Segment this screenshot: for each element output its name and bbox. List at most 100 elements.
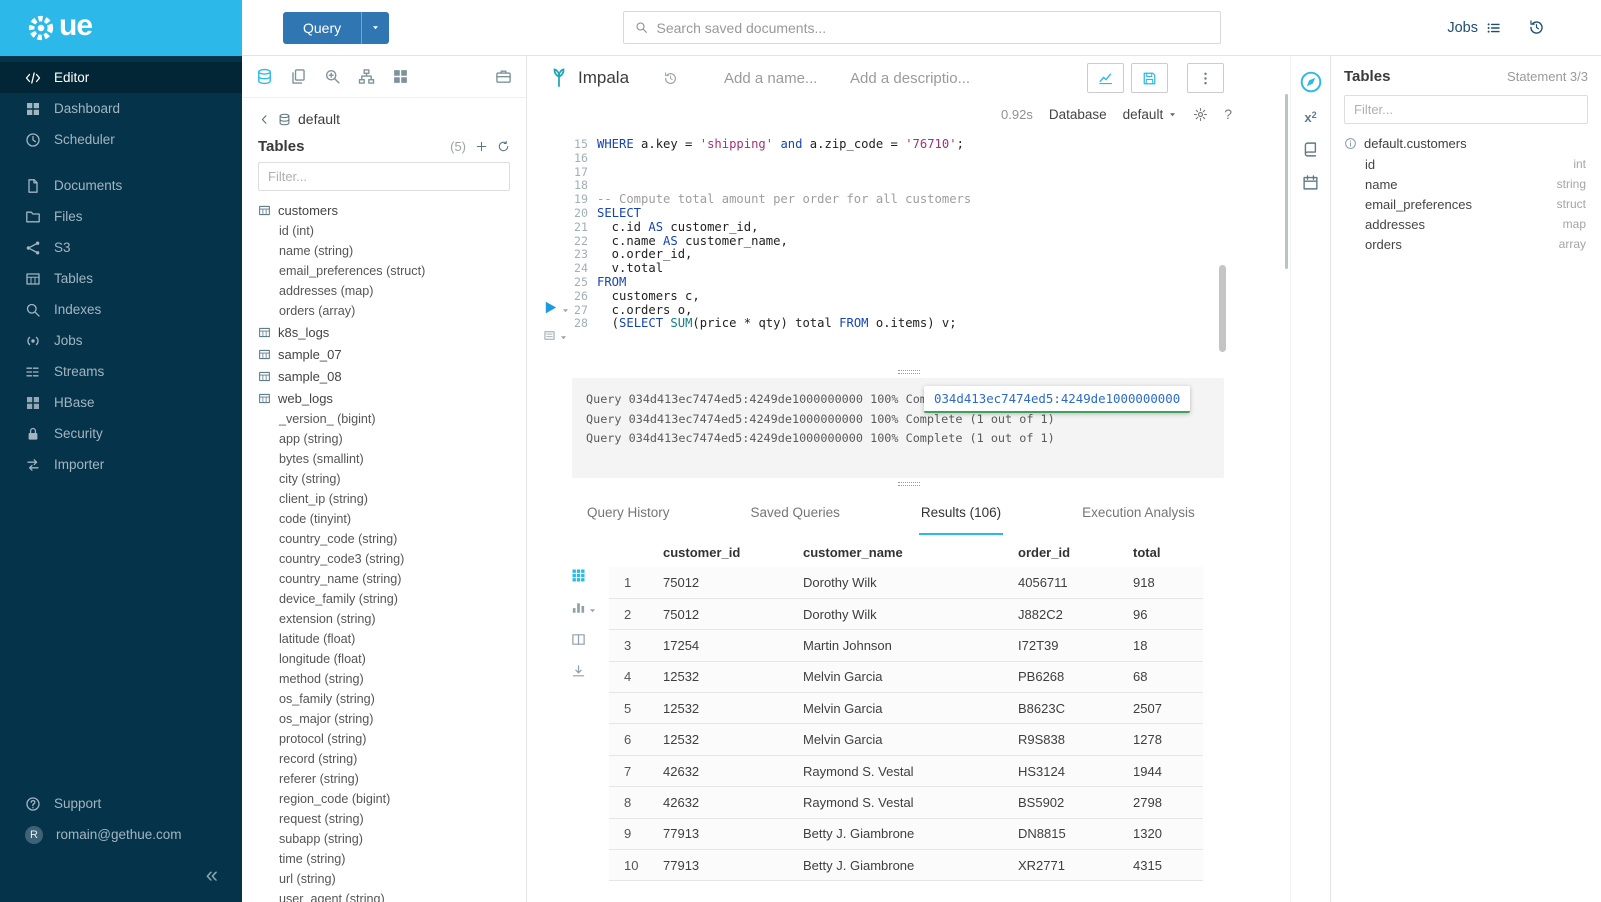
query-name-input[interactable] bbox=[724, 70, 836, 87]
sidebar-item-jobs[interactable]: Jobs bbox=[0, 325, 242, 356]
assist-column[interactable]: code (tinyint) bbox=[258, 509, 526, 529]
assist-table-sample_08[interactable]: sample_08 bbox=[258, 365, 526, 387]
query-description-input[interactable] bbox=[850, 70, 974, 87]
schedule-icon[interactable] bbox=[1302, 174, 1319, 191]
tab-saved-queries[interactable]: Saved Queries bbox=[749, 492, 842, 535]
assist-column[interactable]: time (string) bbox=[258, 849, 526, 869]
pane-scrollbar[interactable] bbox=[1285, 94, 1288, 269]
assist-column[interactable]: protocol (string) bbox=[258, 729, 526, 749]
sidebar-item-streams[interactable]: Streams bbox=[0, 356, 242, 387]
assist-sql-icon[interactable] bbox=[256, 68, 273, 85]
execute-options-caret[interactable] bbox=[561, 306, 570, 315]
execute-button[interactable] bbox=[543, 300, 558, 315]
column-header[interactable]: customer_name bbox=[793, 538, 1008, 567]
sidebar-item-hbase[interactable]: HBase bbox=[0, 387, 242, 418]
query-type-dropdown[interactable] bbox=[361, 12, 389, 44]
tab-query-history[interactable]: Query History bbox=[585, 492, 672, 535]
assist-table-customers[interactable]: customers bbox=[258, 199, 526, 221]
assist-column[interactable]: extension (string) bbox=[258, 609, 526, 629]
assist-column[interactable]: latitude (float) bbox=[258, 629, 526, 649]
assist-documents-icon[interactable] bbox=[290, 68, 307, 85]
language-reference-icon[interactable] bbox=[1302, 141, 1319, 158]
assist-column[interactable]: record (string) bbox=[258, 749, 526, 769]
tab-execution-analysis[interactable]: Execution Analysis bbox=[1080, 492, 1197, 535]
assist-column[interactable]: request (string) bbox=[258, 809, 526, 829]
sidebar-collapse-button[interactable]: « bbox=[206, 864, 218, 886]
assist-column[interactable]: city (string) bbox=[258, 469, 526, 489]
column-header[interactable]: total bbox=[1123, 538, 1203, 567]
assist-column[interactable]: id (int) bbox=[258, 221, 526, 241]
assist-column[interactable]: country_code3 (string) bbox=[258, 549, 526, 569]
assist-column[interactable]: name (string) bbox=[258, 241, 526, 261]
sidebar-item-tables[interactable]: Tables bbox=[0, 263, 242, 294]
assist-column[interactable]: url (string) bbox=[258, 869, 526, 889]
editor-options-caret[interactable] bbox=[559, 333, 568, 342]
back-chevron-icon[interactable] bbox=[258, 113, 271, 126]
active-table-row[interactable]: default.customers bbox=[1344, 132, 1588, 154]
assist-column[interactable]: country_name (string) bbox=[258, 569, 526, 589]
chart-view-caret[interactable] bbox=[588, 606, 597, 615]
assist-column[interactable]: client_ip (string) bbox=[258, 489, 526, 509]
assist-table-sample_07[interactable]: sample_07 bbox=[258, 343, 526, 365]
assist-collections-icon[interactable] bbox=[495, 68, 512, 85]
grid-view-icon[interactable] bbox=[571, 568, 586, 583]
right-column-row[interactable]: namestring bbox=[1344, 174, 1588, 194]
sidebar-item-indexes[interactable]: Indexes bbox=[0, 294, 242, 325]
query-history-toggle-icon[interactable] bbox=[663, 71, 678, 86]
sidebar-item-security[interactable]: Security bbox=[0, 418, 242, 449]
right-column-row[interactable]: addressesmap bbox=[1344, 214, 1588, 234]
more-actions-button[interactable] bbox=[1187, 63, 1224, 93]
add-table-icon[interactable] bbox=[475, 140, 488, 153]
tab-results-106[interactable]: Results (106) bbox=[919, 492, 1003, 535]
jobs-link[interactable]: Jobs bbox=[1447, 20, 1502, 36]
assist-s3-icon[interactable] bbox=[392, 68, 409, 85]
columns-view-icon[interactable] bbox=[571, 632, 586, 647]
table-row[interactable]: 1077913Betty J. GiambroneXR27714315 bbox=[609, 850, 1203, 881]
database-name[interactable]: default bbox=[298, 111, 340, 127]
refresh-icon[interactable] bbox=[497, 140, 510, 153]
download-icon[interactable] bbox=[571, 664, 586, 679]
right-filter-input[interactable] bbox=[1344, 95, 1588, 124]
sidebar-item-documents[interactable]: Documents bbox=[0, 170, 242, 201]
assist-column[interactable]: country_code (string) bbox=[258, 529, 526, 549]
chart-button[interactable] bbox=[1087, 63, 1124, 93]
global-search[interactable] bbox=[623, 11, 1221, 44]
assist-column[interactable]: os_family (string) bbox=[258, 689, 526, 709]
resize-handle-bottom[interactable] bbox=[527, 478, 1290, 490]
sidebar-item-s3[interactable]: S3 bbox=[0, 232, 242, 263]
column-header[interactable]: customer_id bbox=[653, 538, 793, 567]
column-header[interactable]: order_id bbox=[1008, 538, 1123, 567]
sidebar-item-user[interactable]: R romain@gethue.com bbox=[0, 819, 242, 850]
help-icon[interactable]: ? bbox=[1224, 106, 1232, 122]
table-row[interactable]: 742632Raymond S. VestalHS31241944 bbox=[609, 755, 1203, 786]
table-row[interactable]: 512532Melvin GarciaB8623C2507 bbox=[609, 693, 1203, 724]
assist-column[interactable]: addresses (map) bbox=[258, 281, 526, 301]
database-selector[interactable]: default bbox=[1123, 107, 1178, 122]
sidebar-item-importer[interactable]: Importer bbox=[0, 449, 242, 480]
assist-search-icon[interactable] bbox=[324, 68, 341, 85]
editor-options-icon[interactable] bbox=[543, 329, 556, 342]
right-column-row[interactable]: email_preferencesstruct bbox=[1344, 194, 1588, 214]
functions-icon[interactable]: x2 bbox=[1304, 110, 1316, 125]
assist-column[interactable]: email_preferences (struct) bbox=[258, 261, 526, 281]
table-row[interactable]: 275012Dorothy WilkJ882C296 bbox=[609, 598, 1203, 629]
table-row[interactable]: 842632Raymond S. VestalBS59022798 bbox=[609, 787, 1203, 818]
right-column-row[interactable]: idint bbox=[1344, 154, 1588, 174]
assist-column[interactable]: subapp (string) bbox=[258, 829, 526, 849]
editor-assistant-icon[interactable] bbox=[1299, 70, 1323, 94]
sidebar-item-dashboard[interactable]: Dashboard bbox=[0, 93, 242, 124]
assist-column[interactable]: bytes (smallint) bbox=[258, 449, 526, 469]
assist-column[interactable]: method (string) bbox=[258, 669, 526, 689]
history-icon[interactable] bbox=[1528, 19, 1545, 36]
table-row[interactable]: 977913Betty J. GiambroneDN88151320 bbox=[609, 818, 1203, 849]
table-row[interactable]: 412532Melvin GarciaPB626868 bbox=[609, 661, 1203, 692]
table-row[interactable]: 317254Martin JohnsonI72T3918 bbox=[609, 630, 1203, 661]
settings-gear-icon[interactable] bbox=[1193, 107, 1208, 122]
assist-column[interactable]: referer (string) bbox=[258, 769, 526, 789]
right-column-row[interactable]: ordersarray bbox=[1344, 234, 1588, 254]
editor-scrollbar[interactable] bbox=[1219, 265, 1226, 352]
assist-column[interactable]: os_major (string) bbox=[258, 709, 526, 729]
code-editor[interactable]: 15WHERE a.key = 'shipping' and a.zip_cod… bbox=[527, 128, 1290, 366]
assist-column[interactable]: orders (array) bbox=[258, 301, 526, 321]
sidebar-item-scheduler[interactable]: Scheduler bbox=[0, 124, 242, 155]
